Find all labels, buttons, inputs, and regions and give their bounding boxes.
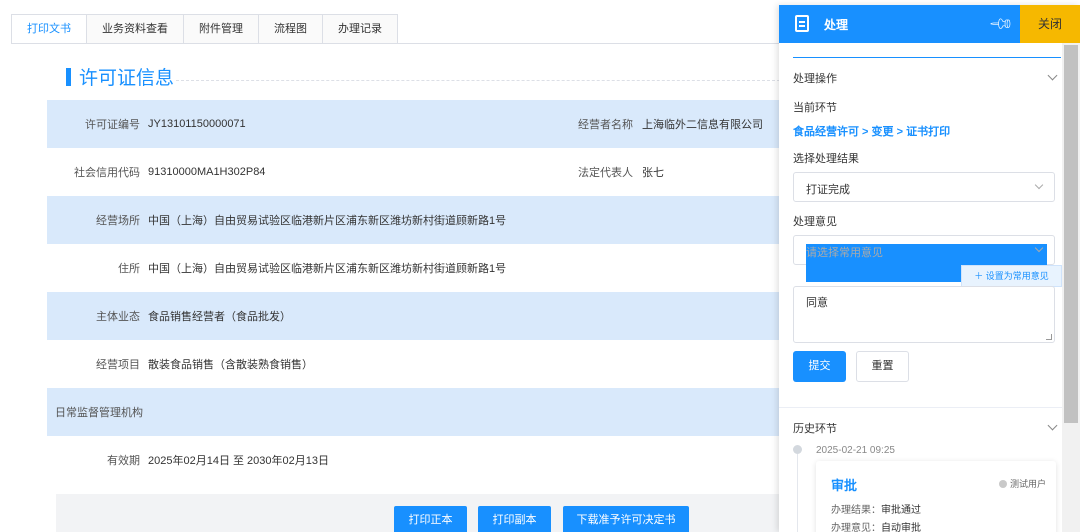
history-opinion-value: 自动审批 <box>881 523 921 532</box>
user-icon <box>998 480 1007 488</box>
tab-print-docs[interactable]: 打印文书 <box>11 14 87 44</box>
license-info-table: 许可证编号 JY13101150000071 经营者名称 上海临外二信息有限公司… <box>47 100 780 484</box>
license-no-label: 许可证编号 <box>85 119 140 131</box>
business-items-value: 散装食品销售（含散装熟食销售） <box>148 359 313 371</box>
history-result-value: 审批通过 <box>881 505 921 516</box>
table-row: 社会信用代码 91310000MA1H302P84 法定代表人 张七 <box>47 148 780 196</box>
set-common-opinion-label: 设置为常用意见 <box>985 271 1049 281</box>
chevron-down-icon <box>1034 180 1044 190</box>
ops-section-label: 处理操作 <box>793 73 837 85</box>
current-step-value: 食品经营许可 > 变更 > 证书打印 <box>793 126 951 138</box>
history-opinion: 办理意见：自动审批 <box>831 519 921 532</box>
section-divider <box>779 407 1062 408</box>
supervision-agency-label: 日常监督管理机构 <box>55 407 143 419</box>
section-title-text: 许可证信息 <box>79 68 175 89</box>
download-decision-button[interactable]: 下载准予许可决定书 <box>563 506 689 532</box>
history-user: 测试用户 <box>998 477 1046 490</box>
legal-rep-value: 张七 <box>642 167 664 179</box>
business-place-value: 中国（上海）自由贸易试验区临港新片区浦东新区潍坊新村街道顾新路1号 <box>148 215 507 227</box>
close-button[interactable]: 关闭 <box>1020 5 1080 43</box>
legal-rep-label: 法定代表人 <box>578 167 633 179</box>
business-place-label: 经营场所 <box>96 215 140 227</box>
pin-icon[interactable]: 📌︎ <box>987 10 1016 39</box>
history-time: 2025-02-21 09:25 <box>816 445 895 456</box>
validity-value: 2025年02月14日 至 2030年02月13日 <box>148 455 329 467</box>
set-common-opinion-button[interactable]: ＋ 设置为常用意见 <box>961 265 1062 287</box>
history-result: 办理结果：审批通过 <box>831 501 921 516</box>
common-opinion-select[interactable]: 请选择常用意见 <box>793 235 1055 282</box>
history-result-label: 办理结果： <box>831 505 881 516</box>
main-business-label: 主体业态 <box>96 311 140 323</box>
chevron-down-icon[interactable] <box>1047 420 1058 431</box>
table-row: 日常监督管理机构 <box>47 388 780 436</box>
tab-business-materials[interactable]: 业务资料查看 <box>87 14 184 44</box>
credit-code-label: 社会信用代码 <box>74 167 140 179</box>
history-card: 审批 测试用户 办理结果：审批通过 办理意见：自动审批 <box>816 461 1056 532</box>
residence-value: 中国（上海）自由贸易试验区临港新片区浦东新区潍坊新村街道顾新路1号 <box>148 263 507 275</box>
operator-name-label: 经营者名称 <box>578 119 633 131</box>
opinion-textarea[interactable]: 同意 <box>793 286 1055 343</box>
table-row: 经营场所 中国（上海）自由贸易试验区临港新片区浦东新区潍坊新村街道顾新路1号 <box>47 196 780 244</box>
title-accent-bar <box>66 67 71 86</box>
process-panel: 处理 📌︎ 关闭 处理操作 当前环节 食品经营许可 > 变更 > 证书打印 选择… <box>779 5 1080 532</box>
table-row: 主体业态 食品销售经营者（食品批发） <box>47 292 780 340</box>
history-user-name: 测试用户 <box>1009 479 1046 489</box>
result-label: 选择处理结果 <box>793 153 859 165</box>
tab-flowchart[interactable]: 流程图 <box>259 14 323 44</box>
table-row: 经营项目 散装食品销售（含散装熟食销售） <box>47 340 780 388</box>
tab-attachments[interactable]: 附件管理 <box>184 14 259 44</box>
main-business-value: 食品销售经营者（食品批发） <box>148 311 291 323</box>
opinion-text: 同意 <box>806 297 828 309</box>
print-copy-button[interactable]: 打印副本 <box>478 506 551 532</box>
timeline-dot <box>793 445 802 454</box>
result-select[interactable]: 打证完成 <box>793 172 1055 202</box>
panel-header: 处理 📌︎ <box>779 5 1020 43</box>
document-icon <box>795 15 809 32</box>
section-title: 许可证信息 <box>66 63 174 90</box>
operator-name-value: 上海临外二信息有限公司 <box>642 119 763 131</box>
timeline-line <box>797 454 798 532</box>
result-select-value: 打证完成 <box>806 184 850 196</box>
history-section-label: 历史环节 <box>793 423 837 435</box>
page: 打印文书 业务资料查看 附件管理 流程图 办理记录 许可证信息 许可证编号 JY… <box>0 0 1080 532</box>
print-original-button[interactable]: 打印正本 <box>394 506 467 532</box>
panel-header-divider <box>793 57 1061 58</box>
panel-title: 处理 <box>824 18 849 32</box>
license-no-value: JY13101150000071 <box>148 118 246 130</box>
plus-icon: ＋ <box>974 271 984 281</box>
table-row: 有效期 2025年02月14日 至 2030年02月13日 <box>47 436 780 484</box>
reset-button[interactable]: 重置 <box>856 351 909 382</box>
current-step-label: 当前环节 <box>793 102 837 114</box>
tab-records[interactable]: 办理记录 <box>323 14 398 44</box>
table-row: 许可证编号 JY13101150000071 经营者名称 上海临外二信息有限公司 <box>47 100 780 148</box>
residence-label: 住所 <box>118 263 140 275</box>
validity-label: 有效期 <box>107 455 140 467</box>
credit-code-value: 91310000MA1H302P84 <box>148 166 266 178</box>
chevron-down-icon[interactable] <box>1047 70 1058 81</box>
history-opinion-label: 办理意见： <box>831 523 881 532</box>
business-items-label: 经营项目 <box>96 359 140 371</box>
submit-button[interactable]: 提交 <box>793 351 846 382</box>
history-step-title: 审批 <box>831 478 858 493</box>
title-divider <box>176 80 780 81</box>
scrollbar-thumb[interactable] <box>1064 45 1078 423</box>
tab-divider <box>11 43 781 44</box>
resize-handle-icon[interactable] <box>1046 334 1052 340</box>
table-row: 住所 中国（上海）自由贸易试验区临港新片区浦东新区潍坊新村街道顾新路1号 <box>47 244 780 292</box>
tab-bar: 打印文书 业务资料查看 附件管理 流程图 办理记录 <box>11 14 398 44</box>
opinion-label: 处理意见 <box>793 216 837 228</box>
